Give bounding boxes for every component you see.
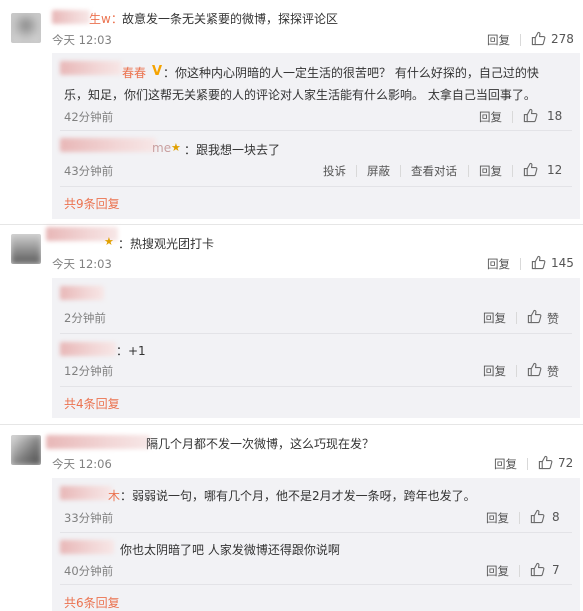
separator bbox=[516, 312, 517, 324]
like-icon[interactable] bbox=[527, 309, 542, 324]
separator bbox=[519, 565, 520, 577]
reply-text: 你也太阴暗了吧 人家发微博还得跟你说啊 bbox=[120, 543, 340, 557]
divider bbox=[60, 333, 572, 334]
view-conversation-button[interactable]: 查看对话 bbox=[411, 163, 457, 179]
reply-button[interactable]: 回复 bbox=[479, 163, 502, 179]
divider bbox=[60, 386, 572, 387]
reply-list: 木 ：弱弱说一句，哪有几个月，他不是2月才发一条呀，跨年也发了。 33分钟前 回… bbox=[52, 478, 580, 611]
like-icon[interactable] bbox=[531, 31, 546, 46]
reply-text-line1: ：你这种内心阴暗的人一定生活的很苦吧？ 有什么好探的，自己过的快 bbox=[163, 66, 539, 80]
reply-username-tail[interactable]: me bbox=[152, 141, 171, 155]
separator bbox=[520, 258, 521, 270]
block-button[interactable]: 屏蔽 bbox=[367, 163, 390, 179]
like-icon[interactable] bbox=[527, 362, 542, 377]
reply-text: ：跟我想一块去了 bbox=[184, 143, 281, 157]
reply-button[interactable]: 回复 bbox=[486, 563, 509, 579]
comment-text: 隔几个月都不发一次微博，这么巧现在发？ bbox=[146, 437, 375, 451]
comment-text: 故意发一条无关紧要的微博，探探评论区 bbox=[122, 12, 339, 26]
reply-time: 43分钟前 bbox=[64, 164, 114, 178]
reply-button[interactable]: 回复 bbox=[483, 363, 506, 379]
reply-time: 40分钟前 bbox=[64, 564, 114, 578]
like-count: 8 bbox=[552, 510, 560, 524]
divider bbox=[60, 584, 572, 585]
like-count: 145 bbox=[551, 256, 574, 270]
reply-time: 12分钟前 bbox=[64, 364, 114, 378]
separator bbox=[527, 458, 528, 470]
avatar[interactable] bbox=[11, 435, 41, 465]
reply-username[interactable] bbox=[60, 61, 122, 75]
separator bbox=[400, 165, 401, 177]
avatar[interactable] bbox=[11, 13, 41, 43]
like-count: 72 bbox=[558, 456, 574, 470]
report-button[interactable]: 投诉 bbox=[323, 163, 346, 179]
reply-button[interactable]: 回复 bbox=[494, 456, 517, 472]
like-icon[interactable] bbox=[530, 509, 545, 524]
reply-list: 2分钟前 回复 赞 ：+1 12分钟前 回复 赞 共4条回复 bbox=[52, 278, 580, 418]
reply-button[interactable]: 回复 bbox=[479, 109, 502, 125]
comment-time: 今天 12:03 bbox=[52, 257, 112, 271]
reply-button[interactable]: 回复 bbox=[483, 310, 506, 326]
divider bbox=[60, 186, 572, 187]
reply-button[interactable]: 回复 bbox=[486, 510, 509, 526]
more-replies-link[interactable]: 共6条回复 bbox=[64, 594, 120, 611]
separator bbox=[520, 34, 521, 46]
reply-username[interactable] bbox=[60, 138, 156, 152]
reply-button[interactable]: 回复 bbox=[487, 256, 510, 272]
divider bbox=[60, 532, 572, 533]
comment-time: 今天 12:06 bbox=[52, 457, 112, 471]
like-count: 12 bbox=[547, 163, 563, 177]
divider bbox=[60, 130, 572, 131]
separator bbox=[519, 512, 520, 524]
emoji-icon: ★ bbox=[171, 141, 181, 154]
more-replies-link[interactable]: 共9条回复 bbox=[64, 195, 120, 212]
reply-username-tail[interactable]: 木 bbox=[108, 487, 120, 504]
like-icon[interactable] bbox=[523, 108, 538, 123]
username-tail[interactable]: 生w： bbox=[89, 10, 123, 27]
like-count: 278 bbox=[551, 32, 574, 46]
comment-divider bbox=[0, 424, 583, 425]
like-count: 18 bbox=[547, 109, 563, 123]
emoji-icon: ★ bbox=[104, 235, 114, 248]
like-icon[interactable] bbox=[530, 562, 545, 577]
reply-time: 33分钟前 bbox=[64, 511, 114, 525]
reply-username[interactable] bbox=[60, 342, 116, 356]
vip-badge-icon: V bbox=[152, 64, 163, 79]
like-count: 7 bbox=[552, 563, 560, 577]
reply-username-tail[interactable]: 春春 bbox=[122, 64, 146, 81]
separator bbox=[356, 165, 357, 177]
reply-text: ：弱弱说一句，哪有几个月，他不是2月才发一条呀，跨年也发了。 bbox=[120, 489, 476, 503]
separator bbox=[468, 165, 469, 177]
reply-list: 春春 V ：你这种内心阴暗的人一定生活的很苦吧？ 有什么好探的，自己过的快 乐，… bbox=[52, 53, 580, 219]
reply-text: ：+1 bbox=[116, 344, 146, 358]
reply-time: 2分钟前 bbox=[64, 311, 106, 325]
reply-username[interactable] bbox=[60, 540, 114, 554]
separator bbox=[512, 165, 513, 177]
comment-divider bbox=[0, 224, 583, 225]
username[interactable] bbox=[46, 435, 150, 449]
comment-time: 今天 12:03 bbox=[52, 33, 112, 47]
like-icon[interactable] bbox=[538, 455, 553, 470]
like-icon[interactable] bbox=[531, 255, 546, 270]
like-label[interactable]: 赞 bbox=[547, 310, 559, 327]
reply-username[interactable] bbox=[60, 486, 112, 500]
separator bbox=[512, 111, 513, 123]
reply-username[interactable] bbox=[60, 286, 104, 300]
comment-text: ：热搜观光团打卡 bbox=[118, 237, 215, 251]
like-icon[interactable] bbox=[523, 162, 538, 177]
like-label[interactable]: 赞 bbox=[547, 363, 559, 380]
reply-text-line2: 乐，知足，你们这帮无关紧要的人的评论对人家生活能有什么影响。 太拿自己当回事了。 bbox=[64, 88, 536, 102]
username[interactable] bbox=[52, 10, 90, 24]
reply-time: 42分钟前 bbox=[64, 110, 114, 124]
more-replies-link[interactable]: 共4条回复 bbox=[64, 395, 120, 412]
avatar[interactable] bbox=[11, 234, 41, 264]
reply-button[interactable]: 回复 bbox=[487, 32, 510, 48]
separator bbox=[516, 365, 517, 377]
